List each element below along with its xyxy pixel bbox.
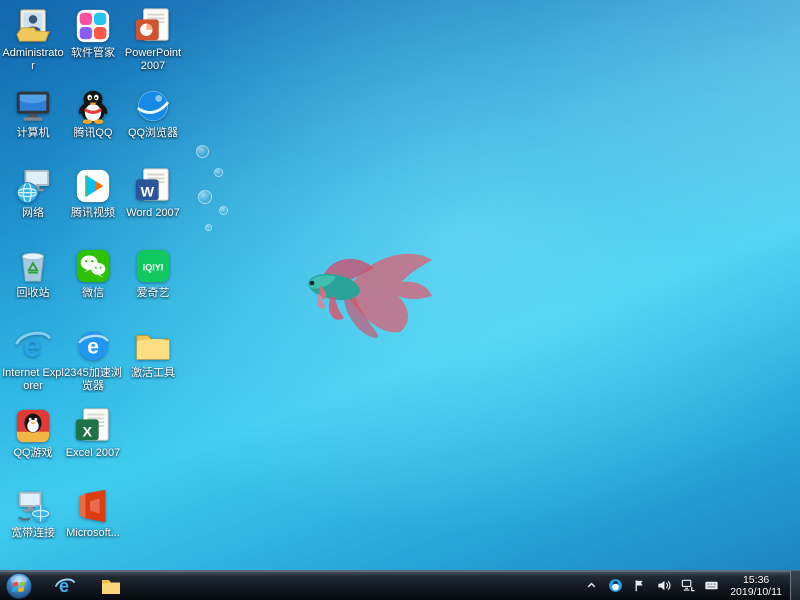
browser-2345-icon: e [74, 327, 112, 365]
desktop-icon-label: Administrator [2, 47, 64, 73]
desktop-icon-word-2007[interactable]: W Word 2007 [122, 165, 184, 243]
desktop-icon-label: 网络 [2, 207, 64, 220]
desktop-icon-software-manager[interactable]: 软件管家 [62, 5, 124, 83]
desktop-icon-powerpoint-2007[interactable]: PowerPoint 2007 [122, 5, 184, 83]
taskbar-pinned-windows-explorer[interactable] [96, 573, 126, 599]
desktop-icon-2345-browser[interactable]: e 2345加速浏览器 [62, 325, 124, 403]
desktop-icon-label: 腾讯QQ [62, 127, 124, 140]
show-desktop-button[interactable] [790, 571, 800, 600]
desktop-icon-wechat[interactable]: 微信 [62, 245, 124, 323]
desktop-icon-computer[interactable]: 计算机 [2, 85, 64, 163]
tray-network[interactable] [679, 577, 696, 594]
word-icon: W [134, 167, 172, 205]
taskbar-clock[interactable]: 15:36 2019/10/11 [730, 574, 782, 598]
desktop-icon-tencent-qq[interactable]: 腾讯QQ [62, 85, 124, 163]
desktop-icon-excel-2007[interactable]: X Excel 2007 [62, 405, 124, 483]
bubble [214, 168, 223, 177]
desktop-icon-recycle-bin[interactable]: 回收站 [2, 245, 64, 323]
desktop-icon-label: 回收站 [2, 287, 64, 300]
svg-text:W: W [141, 184, 155, 200]
flag-icon [632, 578, 647, 593]
volume-icon [656, 578, 671, 593]
powerpoint-icon [134, 7, 172, 45]
network-tray-icon [680, 578, 695, 593]
office-icon [74, 487, 112, 525]
taskbar-pinned-internet-explorer[interactable]: e [50, 573, 80, 599]
tencent-video-icon [74, 167, 112, 205]
desktop-icon-label: 微信 [62, 287, 124, 300]
bubble [219, 206, 228, 215]
chevron-up-icon [584, 578, 599, 593]
clock-time: 15:36 [730, 574, 782, 586]
desktop-icon-label: PowerPoint 2007 [122, 47, 184, 73]
desktop-icon-activation-tool[interactable]: 激活工具 [122, 325, 184, 403]
desktop-icon-iqiyi[interactable]: iQIYI 爱奇艺 [122, 245, 184, 323]
computer-icon [14, 87, 52, 125]
iqiyi-icon: iQIYI [134, 247, 172, 285]
desktop-icon-tencent-video[interactable]: 腾讯视频 [62, 165, 124, 243]
desktop-icon-network[interactable]: 网络 [2, 165, 64, 243]
qq-browser-icon [134, 87, 172, 125]
software-manager-icon [74, 7, 112, 45]
desktop-icon-label: 2345加速浏览器 [62, 367, 124, 393]
desktop-icon-label: Internet Explorer [2, 367, 64, 393]
desktop-icon-administrator[interactable]: Administrator [2, 5, 64, 83]
ie-small-icon: e [54, 575, 76, 597]
desktop-icon-label: 腾讯视频 [62, 207, 124, 220]
recycle-bin-icon [14, 247, 52, 285]
tray-action-center[interactable] [631, 577, 648, 594]
desktop-icon-qq-browser[interactable]: QQ浏览器 [122, 85, 184, 163]
clock-date: 2019/10/11 [730, 586, 782, 598]
user-account-icon [14, 7, 52, 45]
desktop-icon-qq-game[interactable]: QQ游戏 [2, 405, 64, 483]
tray-hidden-icons[interactable] [583, 577, 600, 594]
start-button[interactable] [4, 571, 34, 600]
desktop-icon-label: Microsoft... [62, 527, 124, 540]
desktop-icon-microsoft-office[interactable]: Microsoft... [62, 485, 124, 563]
desktop-icon-internet-explorer[interactable]: eInternet Explorer [2, 325, 64, 403]
svg-text:X: X [83, 424, 93, 440]
folder-yellow-icon [134, 327, 172, 365]
betta-fish-illustration [290, 238, 440, 348]
taskbar: e 15:36 2019/10/11 [0, 570, 800, 600]
bubble [205, 224, 212, 231]
network-places-icon [14, 167, 52, 205]
broadband-icon [14, 487, 52, 525]
tray-volume[interactable] [655, 577, 672, 594]
desktop-icon-label: Excel 2007 [62, 447, 124, 460]
tray-qq[interactable] [607, 577, 624, 594]
qq-tray-icon [608, 578, 623, 593]
desktop-icon-label: QQ游戏 [2, 447, 64, 460]
desktop-icon-label: 计算机 [2, 127, 64, 140]
wallpaper: Administrator软件管家PowerPoint 2007计算机腾讯QQQ… [0, 0, 800, 600]
desktop-icon-label: 宽带连接 [2, 527, 64, 540]
ie-icon: e [14, 327, 52, 365]
svg-text:e: e [87, 336, 99, 359]
wechat-icon [74, 247, 112, 285]
desktop-icon-broadband[interactable]: 宽带连接 [2, 485, 64, 563]
bubble [196, 145, 209, 158]
desktop-icon-label: Word 2007 [122, 207, 184, 220]
bubble [198, 190, 212, 204]
desktop-icon-label: 爱奇艺 [122, 287, 184, 300]
folder-small-icon [100, 575, 122, 597]
desktop-icon-label: 软件管家 [62, 47, 124, 60]
desktop-icon-label: QQ浏览器 [122, 127, 184, 140]
taskbar-pinned-apps: e [50, 573, 126, 599]
tray-input-method[interactable] [703, 577, 720, 594]
qq-penguin-icon [74, 87, 112, 125]
system-tray [583, 577, 720, 594]
excel-icon: X [74, 407, 112, 445]
desktop-icon-label: 激活工具 [122, 367, 184, 380]
svg-text:iQIYI: iQIYI [143, 262, 164, 272]
keyboard-icon [704, 578, 719, 593]
qq-game-icon [14, 407, 52, 445]
